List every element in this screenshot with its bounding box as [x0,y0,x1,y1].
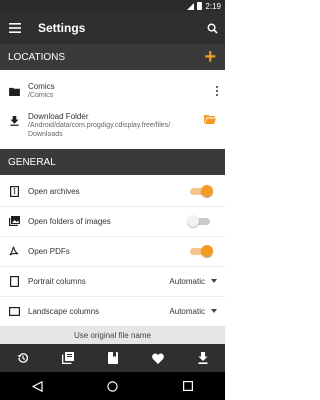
favorite-icon [151,353,164,364]
system-navigation [0,372,225,400]
location-name: Download Folder [28,112,89,121]
download-icon [198,352,207,364]
open-folders-of-images-toggle[interactable] [187,215,213,227]
more-options-button[interactable] [209,86,225,96]
battery-icon [197,2,203,10]
select-value: Automatic [169,306,205,316]
portrait-icon [9,275,19,287]
open-archives-toggle[interactable] [187,185,213,197]
folder-open-icon [204,115,216,124]
setting-open-archives[interactable]: Open archives [0,176,225,206]
open-folder-button[interactable] [195,108,225,124]
menu-icon [9,23,21,33]
location-path: /Comics [28,92,54,99]
locations-title: LOCATIONS [8,51,66,63]
nav-book[interactable] [103,352,123,364]
recents-icon[interactable] [182,381,193,391]
setting-portrait-columns[interactable]: Portrait columns Automatic [0,266,225,296]
general-header: GENERAL [0,149,225,175]
locations-header: LOCATIONS + [0,44,225,70]
setting-open-folders-of-images[interactable]: Open folders of images [0,206,225,236]
nav-downloads[interactable] [193,352,213,364]
location-name: Comics [28,82,55,91]
setting-label: Portrait columns [28,276,86,286]
image-icon [8,216,20,226]
location-item-download[interactable]: Download Folder /Android/data/com.progdi… [0,108,225,146]
book-icon [107,352,118,364]
search-button[interactable] [199,23,225,34]
open-pdfs-toggle[interactable] [187,245,213,257]
setting-landscape-columns[interactable]: Landscape columns Automatic [0,296,225,326]
nav-library[interactable] [58,352,78,364]
setting-label: Open archives [28,186,80,196]
chevron-down-icon [211,309,217,313]
plus-icon[interactable]: + [204,47,216,67]
setting-label: Use original file name [74,330,151,340]
folder-icon [8,87,20,96]
page-title: Settings [38,21,86,35]
history-icon [17,353,28,363]
general-title: GENERAL [8,156,56,168]
menu-button[interactable] [0,23,30,33]
app-bar: Settings [0,12,225,44]
select-value: Automatic [169,276,205,286]
chevron-down-icon [211,279,217,283]
pdf-icon [9,246,19,256]
setting-label: Landscape columns [28,306,100,316]
download-icon [9,116,19,126]
bottom-navigation [0,344,225,372]
location-path-line1: /Android/data/com.progdigy.cdisplay.free… [28,122,171,129]
location-item-comics[interactable]: Comics /Comics [0,78,225,104]
setting-use-original-file-name[interactable]: Use original file name [0,326,225,344]
portrait-columns-select[interactable]: Automatic [169,277,217,286]
status-time: 2:19 [205,1,221,11]
setting-label: Open PDFs [28,246,70,256]
search-icon [207,23,218,34]
location-path-line2: Downloads [28,131,63,138]
setting-label: Open folders of images [28,216,111,226]
nav-favorite[interactable] [148,353,168,364]
library-icon [61,352,74,364]
back-icon[interactable] [32,380,43,392]
archive-icon [9,185,19,197]
signal-icon [187,2,195,10]
home-icon[interactable] [107,380,119,392]
nav-history[interactable] [13,352,33,364]
setting-open-pdfs[interactable]: Open PDFs [0,236,225,266]
landscape-icon [8,306,20,316]
status-bar: 2:19 [0,0,225,12]
landscape-columns-select[interactable]: Automatic [169,307,217,316]
